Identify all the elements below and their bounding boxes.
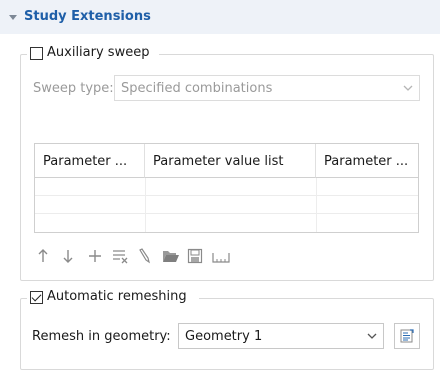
section-header-study-extensions[interactable]: Study Extensions <box>0 0 440 34</box>
auxiliary-sweep-legend: Auxiliary sweep <box>27 44 159 62</box>
go-to-source-button[interactable] <box>394 323 420 349</box>
sweep-type-value: Specified combinations <box>121 81 273 96</box>
move-down-icon[interactable] <box>58 245 80 267</box>
move-up-icon[interactable] <box>33 245 55 267</box>
automatic-remeshing-legend: Automatic remeshing <box>27 288 199 306</box>
auxiliary-sweep-checkbox[interactable] <box>30 47 43 60</box>
automatic-remeshing-checkbox[interactable] <box>30 291 43 304</box>
sweep-type-label: Sweep type: <box>33 81 114 96</box>
load-from-file-icon[interactable] <box>159 245 181 267</box>
remesh-geometry-label: Remesh in geometry: <box>32 329 171 344</box>
column-header-parameter-unit[interactable]: Parameter ... <box>316 144 418 178</box>
chevron-down-icon[interactable] <box>397 76 419 100</box>
remesh-geometry-combobox[interactable]: Geometry 1 <box>178 323 384 349</box>
add-icon[interactable] <box>84 245 106 267</box>
parameter-table[interactable]: Parameter ... Parameter value list Param… <box>34 143 419 233</box>
save-to-file-icon[interactable] <box>184 245 206 267</box>
section-title: Study Extensions <box>24 9 151 24</box>
remesh-geometry-value: Geometry 1 <box>185 329 263 344</box>
go-to-source-icon <box>400 329 414 343</box>
collapse-triangle-icon[interactable] <box>9 15 17 20</box>
chevron-down-icon[interactable] <box>361 324 383 348</box>
auxiliary-sweep-label: Auxiliary sweep <box>47 45 150 60</box>
range-icon[interactable] <box>209 245 231 267</box>
table-row[interactable] <box>35 214 418 232</box>
table-column-divider <box>145 178 146 232</box>
table-row[interactable] <box>35 178 418 196</box>
clear-table-icon[interactable] <box>134 245 156 267</box>
sweep-type-combobox[interactable]: Specified combinations <box>114 75 420 101</box>
column-header-parameter-name[interactable]: Parameter ... <box>35 144 145 178</box>
delete-rows-icon[interactable] <box>109 245 131 267</box>
automatic-remeshing-label: Automatic remeshing <box>47 289 187 304</box>
table-row[interactable] <box>35 196 418 214</box>
table-column-divider <box>316 178 317 232</box>
column-header-parameter-value-list[interactable]: Parameter value list <box>145 144 316 178</box>
